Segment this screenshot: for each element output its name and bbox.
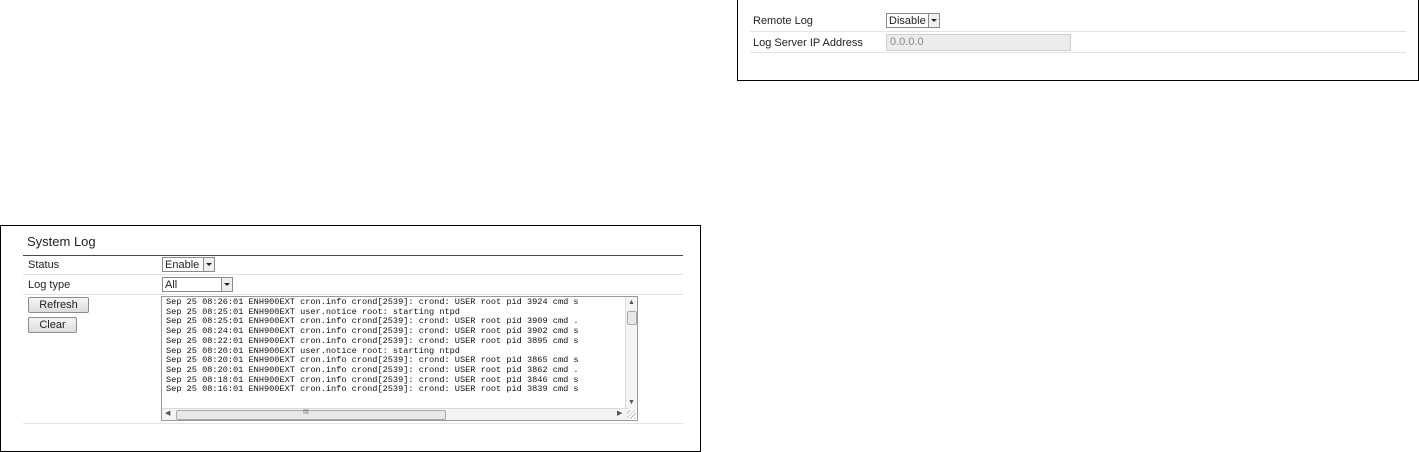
horizontal-scrollbar[interactable]: ◀ III ▶ [162, 408, 628, 420]
remote-log-panel: Remote Log Disable Log Server IP Address… [737, 0, 1419, 81]
arrow-left-icon[interactable]: ◀ [165, 410, 170, 418]
panel-title: System Log [27, 234, 96, 249]
horizontal-scroll-thumb[interactable]: III [176, 409, 446, 420]
server-ip-value: 0.0.0.0 [890, 36, 924, 48]
vertical-scrollbar[interactable]: ▲ ▼ [625, 297, 637, 409]
log-type-select-value: All [165, 279, 178, 291]
log-line: Sep 25 08:16:01 ENH900EXT cron.info cron… [166, 384, 579, 395]
log-textarea[interactable]: Sep 25 08:26:01 ENH900EXT cron.info cron… [161, 296, 638, 421]
row-divider [23, 274, 683, 275]
status-label: Status [28, 259, 60, 271]
row-divider [750, 52, 1406, 53]
remote-log-select-value: Disable [889, 15, 926, 27]
vertical-scroll-thumb[interactable] [627, 311, 637, 325]
arrow-up-icon[interactable]: ▲ [628, 299, 635, 307]
row-divider [23, 294, 683, 295]
log-type-select[interactable]: All [162, 277, 233, 292]
arrow-down-icon[interactable]: ▼ [628, 399, 635, 407]
system-log-panel: System Log Status Enable Log type All Re… [0, 225, 701, 452]
chevron-down-icon [203, 258, 214, 271]
chevron-down-icon [928, 14, 939, 27]
row-divider [23, 423, 683, 424]
scroll-thumb-grip: III [303, 409, 309, 416]
chevron-down-icon [221, 278, 232, 291]
remote-log-select[interactable]: Disable [886, 13, 940, 28]
refresh-button[interactable]: Refresh [28, 297, 89, 313]
title-divider [23, 255, 683, 256]
server-ip-field[interactable]: 0.0.0.0 [886, 34, 1071, 51]
server-ip-label: Log Server IP Address [753, 37, 863, 49]
log-content: Sep 25 08:26:01 ENH900EXT cron.info cron… [166, 298, 624, 408]
resize-grip-icon[interactable] [627, 410, 636, 419]
log-type-label: Log type [28, 279, 71, 291]
status-select[interactable]: Enable [162, 257, 215, 272]
clear-button[interactable]: Clear [28, 317, 77, 333]
arrow-right-icon[interactable]: ▶ [617, 410, 622, 418]
status-select-value: Enable [165, 259, 200, 271]
remote-log-label: Remote Log [753, 15, 813, 27]
row-divider [750, 31, 1406, 32]
